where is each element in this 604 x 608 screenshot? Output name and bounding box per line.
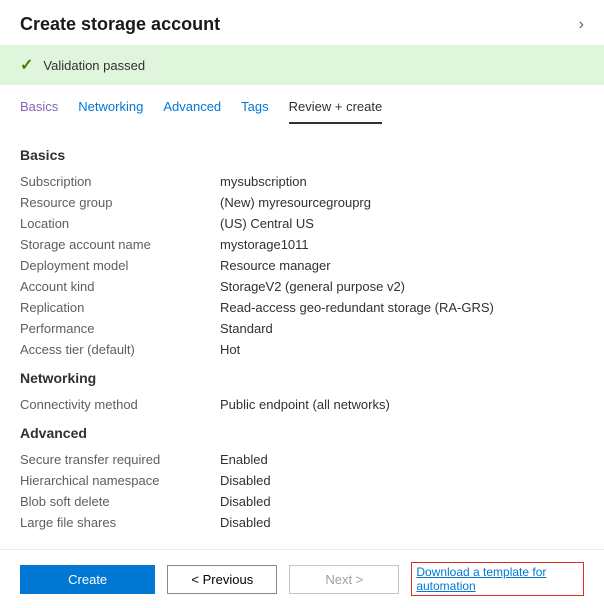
row-large-file: Large file shares Disabled bbox=[20, 512, 584, 533]
value-connectivity: Public endpoint (all networks) bbox=[220, 397, 390, 412]
value-account-kind: StorageV2 (general purpose v2) bbox=[220, 279, 405, 294]
tab-networking[interactable]: Networking bbox=[78, 99, 143, 124]
row-storage-name: Storage account name mystorage1011 bbox=[20, 234, 584, 255]
value-soft-delete: Disabled bbox=[220, 494, 271, 509]
next-button: Next > bbox=[289, 565, 399, 594]
review-content: Basics Subscription mysubscription Resou… bbox=[0, 125, 604, 555]
panel-header: Create storage account › bbox=[0, 0, 604, 45]
row-connectivity: Connectivity method Public endpoint (all… bbox=[20, 394, 584, 415]
value-storage-name: mystorage1011 bbox=[220, 237, 309, 252]
label-secure-transfer: Secure transfer required bbox=[20, 452, 220, 467]
value-location: (US) Central US bbox=[220, 216, 314, 231]
value-hns: Disabled bbox=[220, 473, 271, 488]
tab-basics[interactable]: Basics bbox=[20, 99, 58, 124]
label-connectivity: Connectivity method bbox=[20, 397, 220, 412]
label-hns: Hierarchical namespace bbox=[20, 473, 220, 488]
row-subscription: Subscription mysubscription bbox=[20, 171, 584, 192]
previous-button[interactable]: < Previous bbox=[167, 565, 277, 594]
label-location: Location bbox=[20, 216, 220, 231]
validation-message: Validation passed bbox=[43, 58, 145, 73]
label-account-kind: Account kind bbox=[20, 279, 220, 294]
row-location: Location (US) Central US bbox=[20, 213, 584, 234]
row-deployment: Deployment model Resource manager bbox=[20, 255, 584, 276]
create-button[interactable]: Create bbox=[20, 565, 155, 594]
label-replication: Replication bbox=[20, 300, 220, 315]
row-performance: Performance Standard bbox=[20, 318, 584, 339]
section-networking-title: Networking bbox=[20, 370, 584, 386]
footer-bar: Create < Previous Next > Download a temp… bbox=[0, 549, 604, 608]
row-secure-transfer: Secure transfer required Enabled bbox=[20, 449, 584, 470]
value-replication: Read-access geo-redundant storage (RA-GR… bbox=[220, 300, 494, 315]
tab-bar: Basics Networking Advanced Tags Review +… bbox=[0, 85, 604, 125]
tab-advanced[interactable]: Advanced bbox=[163, 99, 221, 124]
label-access-tier: Access tier (default) bbox=[20, 342, 220, 357]
label-soft-delete: Blob soft delete bbox=[20, 494, 220, 509]
validation-banner: ✓ Validation passed bbox=[0, 45, 604, 85]
value-performance: Standard bbox=[220, 321, 273, 336]
label-performance: Performance bbox=[20, 321, 220, 336]
value-subscription: mysubscription bbox=[220, 174, 307, 189]
label-subscription: Subscription bbox=[20, 174, 220, 189]
value-deployment: Resource manager bbox=[220, 258, 331, 273]
row-replication: Replication Read-access geo-redundant st… bbox=[20, 297, 584, 318]
label-storage-name: Storage account name bbox=[20, 237, 220, 252]
value-resource-group: (New) myresourcegrouprg bbox=[220, 195, 371, 210]
value-secure-transfer: Enabled bbox=[220, 452, 268, 467]
row-hns: Hierarchical namespace Disabled bbox=[20, 470, 584, 491]
page-title: Create storage account bbox=[20, 14, 220, 35]
label-large-file: Large file shares bbox=[20, 515, 220, 530]
row-soft-delete: Blob soft delete Disabled bbox=[20, 491, 584, 512]
checkmark-icon: ✓ bbox=[20, 55, 33, 75]
value-access-tier: Hot bbox=[220, 342, 240, 357]
label-deployment: Deployment model bbox=[20, 258, 220, 273]
section-basics-title: Basics bbox=[20, 147, 584, 163]
tab-tags[interactable]: Tags bbox=[241, 99, 268, 124]
row-access-tier: Access tier (default) Hot bbox=[20, 339, 584, 360]
section-advanced-title: Advanced bbox=[20, 425, 584, 441]
row-account-kind: Account kind StorageV2 (general purpose … bbox=[20, 276, 584, 297]
value-large-file: Disabled bbox=[220, 515, 271, 530]
download-template-link[interactable]: Download a template for automation bbox=[411, 562, 584, 596]
tab-review-create[interactable]: Review + create bbox=[289, 99, 383, 124]
close-icon[interactable]: › bbox=[579, 16, 584, 34]
row-resource-group: Resource group (New) myresourcegrouprg bbox=[20, 192, 584, 213]
label-resource-group: Resource group bbox=[20, 195, 220, 210]
